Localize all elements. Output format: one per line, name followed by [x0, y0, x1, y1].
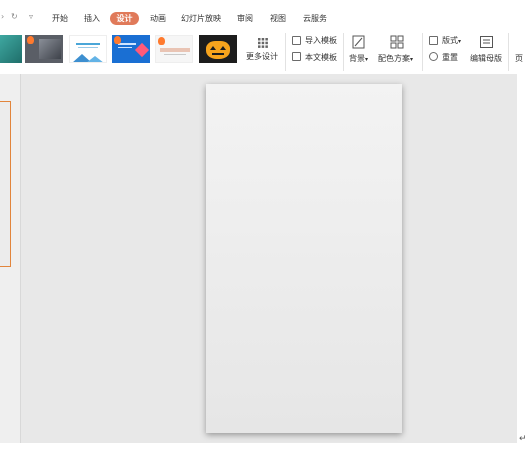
selected-slide-thumbnail[interactable]: [0, 101, 11, 267]
design-thumbnail-5[interactable]: [155, 35, 193, 63]
more-designs-button[interactable]: 更多设计: [246, 52, 278, 62]
tab-slideshow[interactable]: 幻灯片放映: [178, 12, 224, 25]
reset-button[interactable]: 重置: [442, 53, 458, 63]
reset-icon: [429, 52, 438, 61]
design-thumbnail-1[interactable]: [0, 35, 22, 63]
template-icon: [292, 52, 301, 61]
return-icon: ↵: [519, 434, 527, 444]
tab-design[interactable]: 设计: [110, 12, 139, 25]
vertical-scrollbar[interactable]: [517, 74, 529, 452]
tab-insert[interactable]: 插入: [80, 12, 104, 25]
color-scheme-button[interactable]: 配色方案▾: [378, 54, 413, 65]
chevron-down-icon: ▾: [410, 56, 414, 63]
ribbon-separator: [422, 33, 423, 71]
notes-pane-edge: [0, 443, 517, 452]
tab-cloud-service[interactable]: 云服务: [299, 12, 331, 25]
layout-button[interactable]: 版式▾: [442, 36, 461, 47]
import-template-icon: [292, 36, 301, 45]
tab-home[interactable]: 开始: [48, 12, 72, 25]
ribbon-separator: [508, 33, 509, 71]
design-thumbnail-4[interactable]: [112, 35, 150, 63]
design-thumbnail-3[interactable]: [69, 35, 107, 63]
chevron-down-icon: ▾: [365, 56, 369, 63]
tab-view[interactable]: 视图: [266, 12, 290, 25]
ribbon-tab-bar: › ↻ ▿ 开始 插入 设计 动画 幻灯片放映 审阅 视图 云服务: [0, 0, 529, 30]
layout-icon: [429, 36, 438, 45]
slide-canvas[interactable]: [206, 84, 402, 433]
ribbon-separator: [343, 33, 344, 71]
import-template-button[interactable]: 导入模板: [305, 36, 337, 46]
page-setup-button[interactable]: 页: [515, 54, 523, 64]
edit-master-button[interactable]: 编辑母版: [470, 54, 502, 64]
grid-icon: [258, 38, 268, 48]
edit-master-icon: [480, 36, 493, 48]
chevron-down-icon: ▾: [458, 38, 462, 45]
this-template-button[interactable]: 本文模板: [305, 53, 337, 63]
design-thumbnail-2[interactable]: [25, 35, 63, 63]
background-button[interactable]: 背景▾: [349, 54, 368, 65]
background-icon: [352, 35, 365, 49]
redo-icon[interactable]: ↻: [11, 12, 18, 22]
undo-icon[interactable]: ›: [1, 12, 4, 22]
design-thumbnail-6[interactable]: [199, 35, 237, 63]
ribbon-separator: [285, 33, 286, 71]
background-label: 背景: [349, 54, 365, 63]
color-scheme-label: 配色方案: [378, 54, 410, 63]
tab-animation[interactable]: 动画: [145, 12, 171, 25]
color-scheme-icon: [390, 35, 404, 49]
chevron-down-icon[interactable]: ▿: [29, 12, 33, 22]
tab-review[interactable]: 审阅: [233, 12, 257, 25]
layout-label: 版式: [442, 36, 458, 45]
